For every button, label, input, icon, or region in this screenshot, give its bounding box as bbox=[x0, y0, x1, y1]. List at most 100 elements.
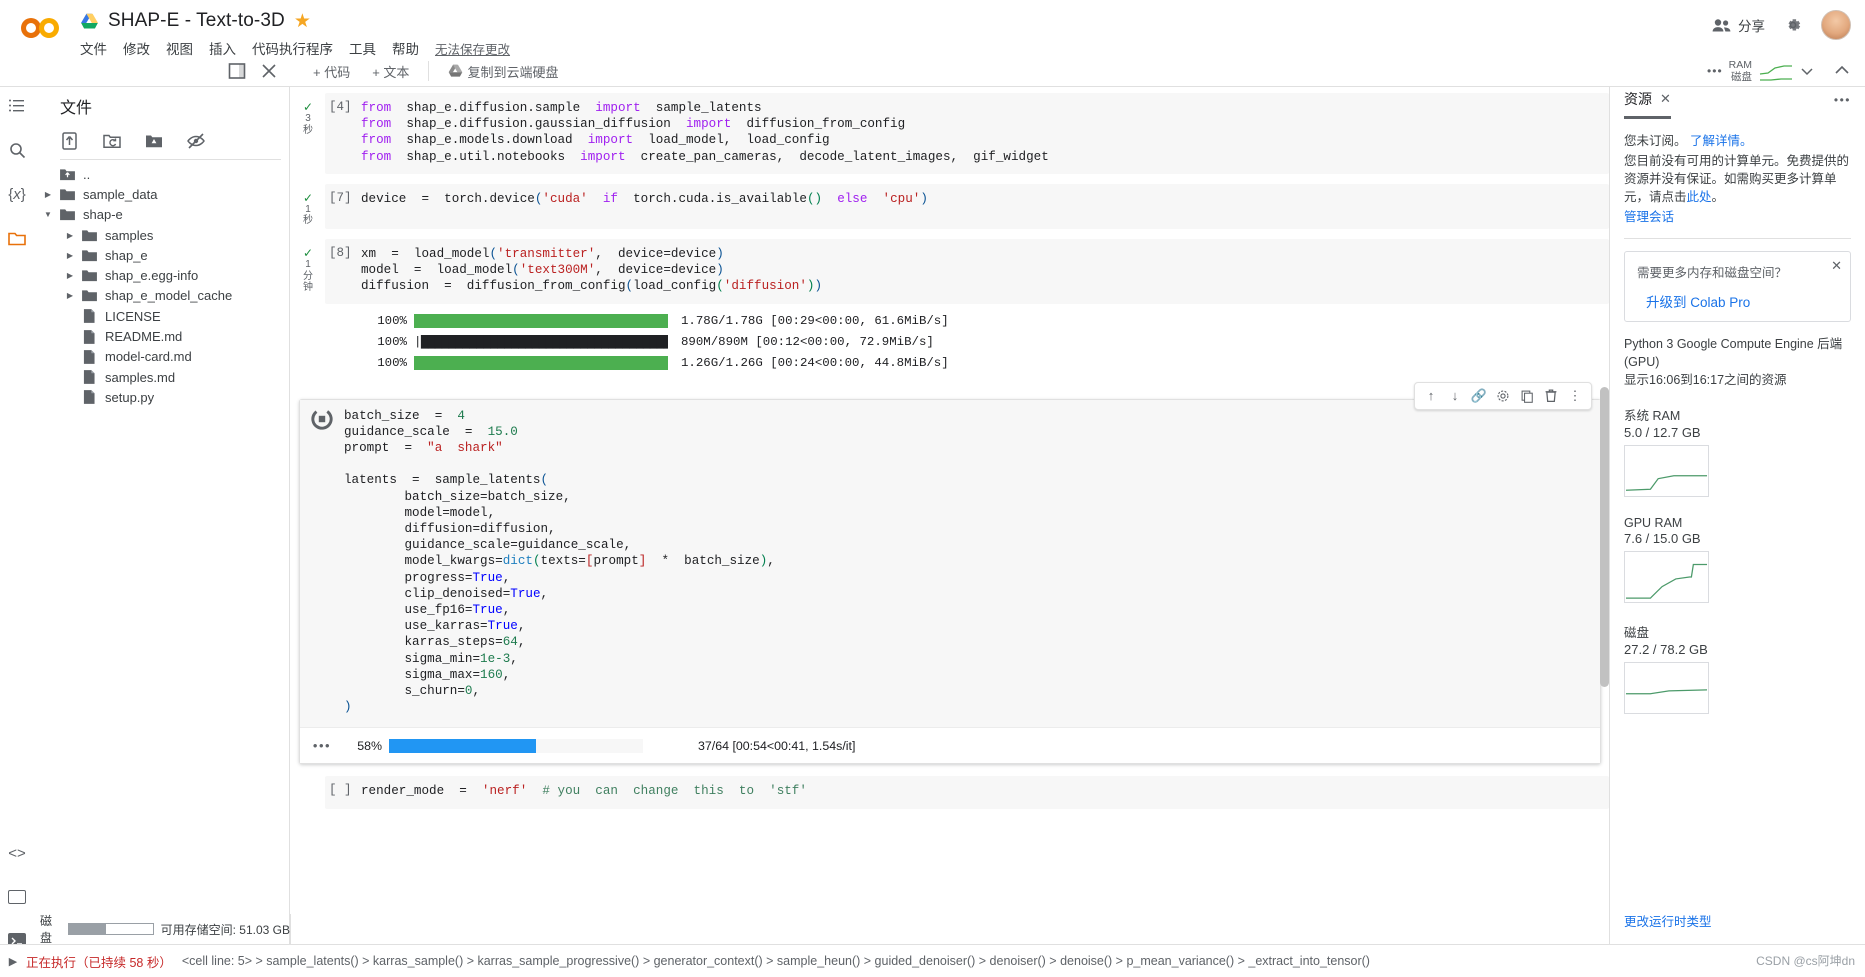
variables-icon[interactable]: {x} bbox=[5, 182, 29, 206]
move-down-icon[interactable]: ↓ bbox=[1444, 385, 1466, 407]
meter-name: GPU RAM bbox=[1624, 516, 1683, 530]
more-vert-icon[interactable]: ⋮ bbox=[1564, 385, 1586, 407]
menu-runtime[interactable]: 代码执行程序 bbox=[252, 38, 333, 58]
upload-icon[interactable] bbox=[60, 131, 80, 151]
progress-bar bbox=[414, 355, 668, 370]
avatar[interactable] bbox=[1821, 10, 1851, 40]
save-status[interactable]: 无法保存更改 bbox=[435, 39, 510, 58]
chevron-down-icon[interactable]: ▼ bbox=[40, 210, 56, 219]
code-editor[interactable]: [7] device = torch.device('cuda' if torc… bbox=[325, 183, 1609, 230]
code-snippets-icon[interactable]: <> bbox=[5, 841, 29, 865]
menu-help[interactable]: 帮助 bbox=[392, 38, 419, 58]
refresh-folder-icon[interactable] bbox=[102, 131, 122, 151]
top-right-actions: 分享 bbox=[1712, 10, 1851, 40]
notebook-area[interactable]: ✓ 3 秒 [4] from shap_e.diffusion.sample i… bbox=[291, 87, 1609, 944]
command-palette-icon[interactable] bbox=[5, 885, 29, 909]
code-editor[interactable]: [4] from shap_e.diffusion.sample import … bbox=[325, 93, 1609, 174]
meter-value: 7.6 / 15.0 GB bbox=[1624, 531, 1701, 546]
menu-insert[interactable]: 插入 bbox=[209, 38, 236, 58]
file-tree-item[interactable]: README.md bbox=[40, 326, 289, 346]
file-tree-item[interactable]: ▶ sample_data bbox=[40, 184, 289, 204]
code-cell-4[interactable]: ✓ 3 秒 [4] from shap_e.diffusion.sample i… bbox=[291, 93, 1609, 174]
code-cell-8[interactable]: ✓ 1 分 钟 [8] xm = load_model('transmitter… bbox=[291, 239, 1609, 385]
chevron-right-icon[interactable]: ▶ bbox=[62, 271, 78, 280]
copy-to-drive-button[interactable]: 复制到云端硬盘 bbox=[437, 59, 569, 84]
close-icon[interactable]: ✕ bbox=[1831, 258, 1842, 274]
menu-view[interactable]: 视图 bbox=[166, 38, 193, 58]
share-button[interactable]: 分享 bbox=[1712, 15, 1765, 35]
tab-resources[interactable]: 资源 ✕ bbox=[1624, 89, 1671, 119]
run-cell-button[interactable] bbox=[300, 400, 344, 728]
menu-file[interactable]: 文件 bbox=[80, 38, 107, 58]
add-code-cell-button[interactable]: + 代码 bbox=[302, 59, 361, 84]
progress-percent: 58% bbox=[357, 738, 382, 753]
stop-icon[interactable] bbox=[311, 407, 333, 430]
file-tree-item[interactable]: ▶ shap_e.egg-info bbox=[40, 265, 289, 285]
collapse-up-icon[interactable] bbox=[1833, 62, 1851, 80]
panel-expand-icon[interactable] bbox=[228, 62, 246, 80]
chevron-right-icon[interactable]: ▶ bbox=[62, 251, 78, 260]
change-runtime-link[interactable]: 更改运行时类型 bbox=[1624, 911, 1712, 930]
gear-icon[interactable] bbox=[1783, 15, 1803, 35]
play-icon[interactable]: ▶ bbox=[0, 955, 26, 968]
copy-icon[interactable] bbox=[1516, 385, 1538, 407]
code-editor[interactable]: [ ] render_mode = 'nerf' # you can chang… bbox=[325, 776, 1609, 809]
add-text-cell-button[interactable]: + 文本 bbox=[361, 59, 420, 84]
chevron-right-icon[interactable]: ▶ bbox=[62, 231, 78, 240]
file-tree-item[interactable]: ▶ shap_e_model_cache bbox=[40, 286, 289, 306]
cell-gutter[interactable] bbox=[291, 776, 325, 808]
code-cell-7[interactable]: ✓ 1 秒 [7] device = torch.device('cuda' i… bbox=[291, 183, 1609, 230]
ascii-progress-bar: |███████████████████████████████████████… bbox=[414, 334, 668, 349]
copy-to-drive-label: 复制到云端硬盘 bbox=[467, 64, 559, 80]
file-tree-item[interactable]: model-card.md bbox=[40, 347, 289, 367]
notebook-title[interactable]: SHAP-E - Text-to-3D bbox=[108, 10, 285, 32]
selected-code-cell[interactable]: ↑ ↓ 🔗 ⋮ batch_size = 4 guidance_scale = bbox=[299, 381, 1601, 765]
chevron-right-icon[interactable]: ▶ bbox=[62, 291, 78, 300]
delete-icon[interactable] bbox=[1540, 385, 1562, 407]
resources-panel-header: 资源 ✕ ••• bbox=[1624, 87, 1851, 121]
chevron-down-icon[interactable] bbox=[1799, 63, 1815, 79]
file-tree-item-label: shap-e bbox=[83, 207, 123, 223]
code-cell-next[interactable]: [ ] render_mode = 'nerf' # you can chang… bbox=[291, 776, 1609, 809]
manage-sessions-link[interactable]: 管理会话 bbox=[1624, 208, 1851, 226]
selected-cell-editor[interactable]: batch_size = 4 guidance_scale = 15.0 pro… bbox=[300, 399, 1600, 728]
here-link[interactable]: 此处 bbox=[1687, 190, 1712, 204]
chevron-right-icon[interactable]: ▶ bbox=[40, 190, 56, 199]
file-tree-item[interactable]: ▼ shap-e bbox=[40, 205, 289, 225]
meter-value: 5.0 / 12.7 GB bbox=[1624, 425, 1701, 440]
learn-more-link[interactable]: 了解详情。 bbox=[1690, 134, 1753, 148]
close-icon[interactable]: ✕ bbox=[1660, 91, 1671, 107]
file-tree-item-label: samples.md bbox=[105, 369, 176, 385]
file-tree-item[interactable]: LICENSE bbox=[40, 306, 289, 326]
file-tree-item[interactable]: .. bbox=[40, 164, 289, 184]
hide-hidden-icon[interactable] bbox=[186, 131, 206, 151]
search-icon[interactable] bbox=[5, 138, 29, 162]
file-tree-item[interactable]: ▶ samples bbox=[40, 225, 289, 245]
star-icon[interactable]: ★ bbox=[294, 12, 311, 31]
files-icon[interactable] bbox=[5, 226, 29, 250]
link-icon[interactable]: 🔗 bbox=[1468, 385, 1490, 407]
file-tree-item[interactable]: samples.md bbox=[40, 367, 289, 387]
file-tree-item[interactable]: ▶ shap_e bbox=[40, 245, 289, 265]
cell-gutter[interactable]: ✓ 1 秒 bbox=[291, 184, 325, 229]
colab-logo[interactable] bbox=[0, 0, 80, 56]
menu-edit[interactable]: 修改 bbox=[123, 38, 150, 58]
more-horiz-icon[interactable]: ••• bbox=[1834, 93, 1851, 107]
code-editor[interactable]: [8] xm = load_model('transmitter', devic… bbox=[325, 239, 1609, 304]
upgrade-colab-pro-link[interactable]: 升级到 Colab Pro bbox=[1637, 291, 1838, 311]
more-horiz-icon[interactable]: ••• bbox=[1707, 64, 1723, 78]
cell-gutter[interactable]: ✓ 3 秒 bbox=[291, 93, 325, 174]
notebook-scrollbar[interactable] bbox=[1600, 387, 1609, 687]
output-more-icon[interactable]: ••• bbox=[300, 738, 344, 753]
file-tree-item[interactable]: setup.py bbox=[40, 387, 289, 407]
menu-tools[interactable]: 工具 bbox=[349, 38, 376, 58]
settings-icon[interactable] bbox=[1492, 385, 1514, 407]
toc-icon[interactable] bbox=[5, 94, 29, 118]
move-up-icon[interactable]: ↑ bbox=[1420, 385, 1442, 407]
cell-gutter[interactable]: ✓ 1 分 钟 bbox=[291, 239, 325, 385]
not-subscribed-text: 您未订阅。 bbox=[1624, 134, 1687, 148]
ram-disk-indicator[interactable]: RAM 磁盘 bbox=[1729, 59, 1793, 83]
close-icon[interactable] bbox=[260, 62, 278, 80]
mount-drive-icon[interactable] bbox=[144, 131, 164, 151]
call-stack-trace: <cell line: 5> > sample_latents() > karr… bbox=[181, 954, 1370, 968]
